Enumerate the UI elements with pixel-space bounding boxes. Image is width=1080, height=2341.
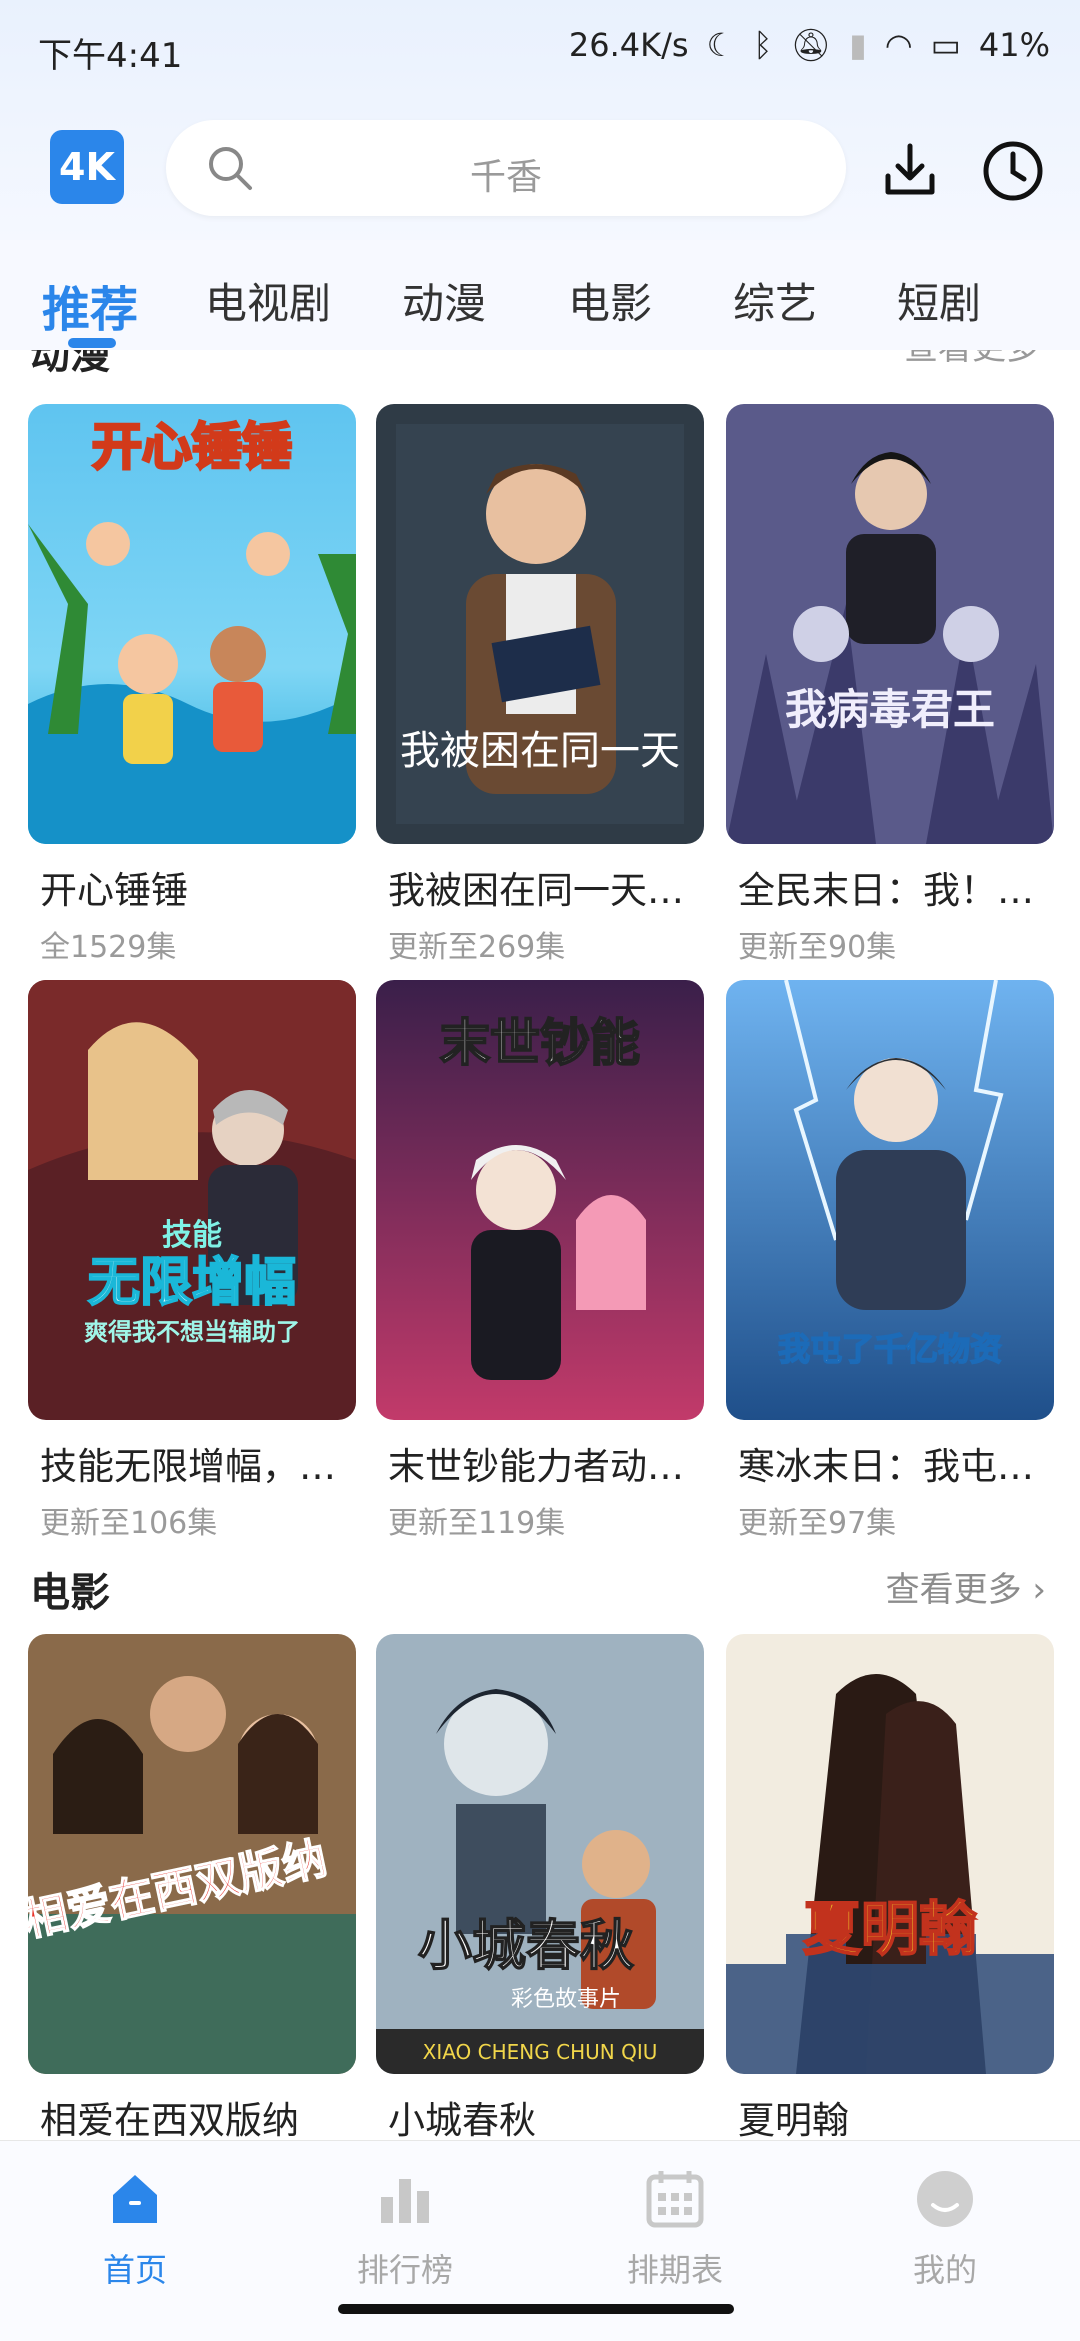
status-icons: 26.4K/s ☾ ᛒ 🔕︎ ▮ ◠ ▭ 41% bbox=[569, 26, 1050, 64]
tab-variety[interactable]: 综艺 bbox=[733, 270, 817, 331]
video-card[interactable]: 末世钞能 末世钞能力者动… 更新至119集 bbox=[376, 980, 704, 1542]
card-title: 开心锤锤 bbox=[40, 869, 188, 912]
nav-label: 我的 bbox=[912, 2251, 977, 2289]
wifi-icon: ◠ bbox=[884, 26, 913, 64]
card-title: 技能无限增幅，… bbox=[40, 1445, 336, 1488]
poster: 我屯了千亿物资 bbox=[726, 980, 1054, 1420]
poster: 开心锤锤 bbox=[28, 404, 356, 844]
video-card[interactable]: 开心锤锤 开心锤锤 全1529集 bbox=[28, 404, 356, 966]
status-bar: 下午4:41 26.4K/s ☾ ᛒ 🔕︎ ▮ ◠ ▭ 41% bbox=[0, 0, 1080, 100]
battery-level: 41% bbox=[978, 26, 1050, 64]
tab-movie[interactable]: 电影 bbox=[568, 270, 652, 331]
nav-home[interactable]: 首页 bbox=[35, 2167, 235, 2291]
video-card[interactable]: 技能 无限增幅 爽得我不想当辅助了 技能无限增幅，… 更新至106集 bbox=[28, 980, 356, 1542]
app-header: 4K 千香 bbox=[0, 100, 1080, 240]
nav-profile[interactable]: 我的 bbox=[845, 2167, 1045, 2291]
svg-text:XIAO CHENG CHUN QIU: XIAO CHENG CHUN QIU bbox=[423, 2040, 658, 2064]
card-title: 小城春秋 bbox=[388, 2099, 536, 2140]
tab-indicator bbox=[68, 338, 116, 348]
mute-icon: 🔕︎ bbox=[790, 26, 832, 64]
status-time: 下午4:41 bbox=[38, 36, 183, 76]
nav-schedule[interactable]: 排期表 bbox=[575, 2167, 775, 2291]
card-episodes: 全1529集 bbox=[40, 930, 177, 965]
tab-short[interactable]: 短剧 bbox=[897, 270, 981, 331]
section-title-anime: 动漫 bbox=[30, 350, 110, 378]
nav-ranking[interactable]: 排行榜 bbox=[305, 2167, 505, 2291]
bluetooth-icon: ᛒ bbox=[753, 26, 773, 64]
poster: 技能 无限增幅 爽得我不想当辅助了 bbox=[28, 980, 356, 1420]
movie-card[interactable]: 小城春秋 彩色故事片 XIAO CHENG CHUN QIU 小城春秋 bbox=[376, 1634, 704, 2140]
history-clock-icon[interactable] bbox=[980, 138, 1046, 204]
calendar-icon bbox=[646, 2171, 704, 2228]
tab-anime[interactable]: 动漫 bbox=[402, 270, 486, 331]
net-speed: 26.4K/s bbox=[568, 26, 689, 64]
nav-label: 排行榜 bbox=[356, 2251, 453, 2289]
svg-text:无限增幅: 无限增幅 bbox=[88, 1253, 296, 1313]
tab-tv[interactable]: 电视剧 bbox=[205, 270, 331, 331]
svg-text:开心锤锤: 开心锤锤 bbox=[92, 418, 292, 476]
svg-text:技能: 技能 bbox=[162, 1218, 222, 1253]
section-more-anime[interactable]: 查看更多 bbox=[904, 350, 1040, 369]
signal-icon: ▮ bbox=[849, 26, 867, 64]
search-placeholder: 千香 bbox=[469, 157, 542, 198]
poster: 相爱在西双版纳 bbox=[28, 1634, 356, 2074]
app-logo[interactable]: 4K bbox=[50, 130, 124, 204]
card-episodes: 更新至119集 bbox=[388, 1506, 566, 1541]
poster: 小城春秋 彩色故事片 XIAO CHENG CHUN QIU bbox=[376, 1634, 704, 2074]
card-episodes: 更新至97集 bbox=[738, 1506, 897, 1541]
card-title: 我被困在同一天… bbox=[388, 869, 684, 912]
feed[interactable]: 动漫 查看更多 开心锤锤 开心锤锤 全1529集 bbox=[0, 350, 1080, 2140]
card-title: 寒冰末日：我屯… bbox=[738, 1445, 1034, 1488]
movie-card[interactable]: 相爱在西双版纳 相爱在西双版纳 bbox=[28, 1634, 356, 2140]
tab-recommend[interactable]: 推荐 bbox=[42, 270, 138, 340]
bar-chart-icon bbox=[381, 2179, 429, 2223]
section-more-movie[interactable]: 查看更多 › bbox=[886, 1562, 1046, 1611]
poster: 我病毒君王 bbox=[726, 404, 1054, 844]
svg-text:爽得我不想当辅助了: 爽得我不想当辅助了 bbox=[84, 1318, 300, 1346]
category-tabs: 推荐 电视剧 动漫 电影 综艺 短剧 bbox=[0, 240, 1080, 350]
nav-label: 排期表 bbox=[626, 2251, 723, 2289]
svg-text:我被困在同一天: 我被困在同一天 bbox=[400, 728, 680, 774]
download-icon[interactable] bbox=[880, 140, 940, 200]
battery-icon: ▭ bbox=[930, 26, 961, 64]
video-card[interactable]: 我屯了千亿物资 寒冰末日：我屯… 更新至97集 bbox=[726, 980, 1054, 1542]
nav-label: 首页 bbox=[102, 2251, 167, 2289]
movie-card[interactable]: 夏明翰 夏明翰 bbox=[726, 1634, 1054, 2140]
svg-text:我屯了千亿物资: 我屯了千亿物资 bbox=[778, 1330, 1002, 1368]
section-title-movie: 电影 bbox=[30, 1570, 110, 1616]
search-bar[interactable]: 千香 bbox=[166, 120, 846, 216]
card-episodes: 更新至269集 bbox=[388, 930, 566, 965]
svg-text:彩色故事片: 彩色故事片 bbox=[511, 1987, 621, 2012]
gesture-bar[interactable] bbox=[338, 2304, 734, 2314]
svg-text:小城春秋: 小城春秋 bbox=[418, 1914, 634, 1977]
video-card[interactable]: 我被困在同一天 我被困在同一天… 更新至269集 bbox=[376, 404, 704, 966]
smile-profile-icon bbox=[917, 2171, 973, 2227]
card-title: 相爱在西双版纳 bbox=[40, 2099, 299, 2140]
home-icon bbox=[113, 2175, 157, 2223]
card-episodes: 更新至90集 bbox=[738, 930, 897, 965]
moon-icon: ☾ bbox=[706, 26, 736, 64]
poster: 末世钞能 bbox=[376, 980, 704, 1420]
card-title: 末世钞能力者动… bbox=[388, 1445, 684, 1488]
poster: 我被困在同一天 bbox=[376, 404, 704, 844]
card-episodes: 更新至106集 bbox=[40, 1506, 218, 1541]
svg-text:夏明翰: 夏明翰 bbox=[803, 1895, 977, 1963]
card-title: 全民末日：我！… bbox=[738, 869, 1034, 912]
card-title: 夏明翰 bbox=[738, 2099, 849, 2140]
video-card[interactable]: 我病毒君王 全民末日：我！… 更新至90集 bbox=[726, 404, 1054, 966]
poster: 夏明翰 bbox=[726, 1634, 1054, 2074]
svg-text:末世钞能: 末世钞能 bbox=[440, 1014, 640, 1072]
svg-text:我病毒君王: 我病毒君王 bbox=[785, 685, 995, 734]
